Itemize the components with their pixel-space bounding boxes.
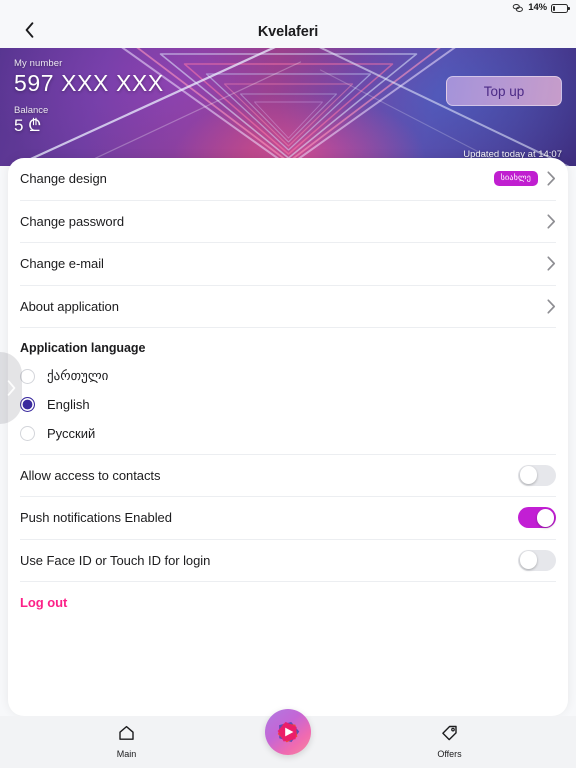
row-label: Use Face ID or Touch ID for login [20,552,211,568]
row-label: Change e-mail [20,256,104,272]
settings-row-change-password[interactable]: Change password [20,201,556,243]
chevron-right-icon [7,380,16,396]
app-root: 14% Kvelaferi My number 597 XXX XXX Bala… [0,0,576,768]
tab-main[interactable]: Main [0,716,253,768]
toggle-push-notifications[interactable] [518,507,556,529]
home-icon [118,725,135,746]
nav-bar: Kvelaferi [0,16,576,48]
battery-percent-label: 14% [528,2,547,14]
balance-value: 5 ₾ [14,116,42,136]
link-icon [512,3,524,13]
language-option-label: ქართული [47,368,109,384]
back-button[interactable] [12,16,46,48]
settings-row-biometric-login[interactable]: Use Face ID or Touch ID for login [20,540,556,582]
log-out-button[interactable]: Log out [20,582,556,622]
settings-row-allow-contacts[interactable]: Allow access to contacts [20,455,556,497]
chevron-right-icon [547,214,556,229]
settings-row-about-application[interactable]: About application [20,286,556,328]
language-option-russian[interactable]: Русский [20,419,556,448]
settings-row-push-notifications[interactable]: Push notifications Enabled [20,497,556,540]
toggle-biometric-login[interactable] [518,549,556,571]
account-banner: My number 597 XXX XXX Balance 5 ₾ Top up… [0,48,576,166]
top-up-label: Top up [483,83,525,99]
balance-label: Balance [14,105,49,117]
battery-icon [551,3,570,13]
row-label: Change design [20,171,107,187]
settings-row-change-design[interactable]: Change design სიახლე [20,158,556,201]
row-label: Push notifications Enabled [20,510,172,526]
row-label: Allow access to contacts [20,467,161,483]
tab-offers-label: Offers [437,749,462,759]
play-logo-icon [274,718,302,746]
settings-sheet: Change design სიახლე Change password Cha… [8,158,568,716]
radio-icon [20,425,35,441]
tag-icon [441,725,458,746]
radio-selected-icon [20,397,35,413]
tab-main-label: Main [116,749,137,759]
application-language-title: Application language [20,341,146,355]
toggle-allow-contacts[interactable] [518,464,556,486]
language-radio-group: ქართული English Русский [20,362,556,455]
log-out-label: Log out [20,594,68,610]
chevron-right-icon [547,256,556,271]
language-option-label: English [47,397,90,413]
chevron-left-icon [25,21,34,43]
language-option-georgian[interactable]: ქართული [20,362,556,391]
my-number-label: My number [14,58,63,69]
settings-row-change-email[interactable]: Change e-mail [20,243,556,286]
chevron-right-icon [547,171,556,186]
row-label: Change password [20,213,125,229]
chevron-right-icon [547,299,556,314]
row-label: About application [20,298,119,314]
top-up-button[interactable]: Top up [446,76,562,106]
radio-icon [20,368,35,384]
new-badge: სიახლე [493,171,538,187]
side-drawer-handle[interactable] [0,352,22,424]
language-option-english[interactable]: English [20,391,556,420]
language-option-label: Русский [47,425,96,441]
status-bar: 14% [0,0,576,16]
bottom-navigation: Main Offers [0,709,576,768]
page-title: Kvelaferi [257,24,319,40]
center-action-button[interactable] [265,709,311,755]
tab-offers[interactable]: Offers [323,716,576,768]
